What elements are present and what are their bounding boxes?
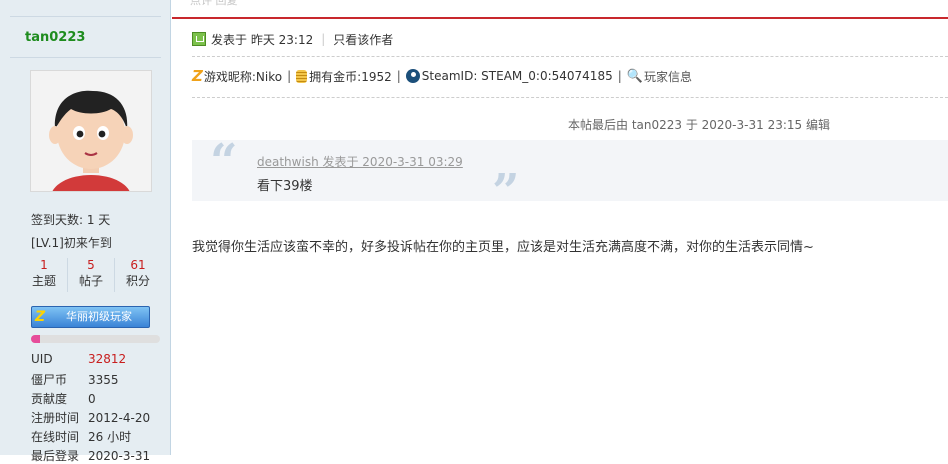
info-row-coins: 僵尸币 3355 (31, 371, 119, 388)
stat-label: 帖子 (78, 274, 103, 288)
info-key: 最后登录 (31, 449, 80, 463)
level-progress-bar (31, 335, 160, 343)
edited-note: 本帖最后由 tan0223 于 2020-3-31 23:15 编辑 (568, 118, 830, 132)
author-stats: 1 主题 5 帖子 61 积分 (21, 258, 161, 292)
coins-icon (296, 69, 308, 83)
quote-block: “ deathwish 发表于 2020-3-31 03:29 看下39楼 ” (192, 134, 948, 216)
steam-id-link[interactable]: SteamID: STEAM_0:0:54074185 (422, 69, 613, 83)
info-row-online-time: 在线时间 26 小时 (31, 428, 131, 445)
separator: | (396, 69, 401, 83)
quote-open-icon: “ (210, 134, 238, 190)
info-key: 注册时间 (31, 411, 80, 425)
quote-text: 看下39楼 (257, 179, 313, 194)
divider (10, 57, 161, 58)
divider (192, 56, 948, 57)
sign-days: 签到天数: 1 天 (31, 213, 111, 227)
post-divider (172, 17, 948, 19)
divider (192, 97, 948, 98)
avatar-image (31, 71, 151, 191)
online-status-icon (192, 32, 206, 46)
game-profile: Z 游戏昵称:Niko | 拥有金币:1952 | SteamID: STEAM… (192, 67, 692, 85)
posted-time: 发表于 昨天 23:12 (211, 32, 314, 47)
level-progress-fill (31, 335, 41, 343)
stat-posts[interactable]: 5 帖子 (68, 258, 115, 292)
stat-value: 5 (87, 258, 95, 272)
info-key: 在线时间 (31, 430, 80, 444)
only-author-link[interactable]: 只看该作者 (333, 31, 393, 48)
divider (10, 16, 161, 17)
z-game-icon: Z (192, 67, 203, 85)
info-row-uid: UID 32812 (31, 352, 126, 366)
avatar[interactable] (30, 70, 152, 192)
quote-author-link[interactable]: deathwish 发表于 2020-3-31 03:29 (257, 153, 463, 170)
info-value: 2020-3-31 (88, 449, 151, 463)
stat-points[interactable]: 61 积分 (115, 258, 161, 292)
info-key: UID (31, 352, 53, 366)
coin-count: 拥有金币:1952 (309, 69, 392, 84)
info-key: 僵尸币 (31, 373, 68, 387)
steam-icon (405, 69, 420, 83)
game-nickname: 游戏昵称:Niko (203, 69, 283, 84)
stat-label: 积分 (125, 274, 150, 288)
info-key: 贡献度 (31, 392, 68, 406)
stat-value: 1 (40, 258, 48, 272)
stat-label: 主题 (31, 274, 56, 288)
rank-badge: Z 华丽初级玩家 (31, 306, 150, 328)
separator: | (321, 32, 326, 46)
separator: | (287, 69, 292, 83)
author-username-link[interactable]: tan0223 (25, 30, 85, 45)
quote-close-icon: ” (492, 164, 520, 220)
player-info-link[interactable]: 玩家信息 (644, 68, 692, 85)
info-value-uid[interactable]: 32812 (88, 352, 126, 366)
post-main: 点评 回复 发表于 昨天 23:12 | 只看该作者 Z 游戏昵称:Niko |… (172, 0, 948, 455)
stat-value: 61 (130, 258, 146, 272)
user-level[interactable]: [LV.1]初来乍到 (31, 234, 112, 251)
info-row-contribution: 贡献度 0 (31, 390, 96, 407)
search-icon: 🔍 (626, 68, 643, 84)
rank-badge-label: 华丽初级玩家 (66, 310, 132, 323)
info-value: 2012-4-20 (88, 411, 151, 425)
post-content: 我觉得你生活应该蛮不幸的，好多投诉帖在你的主页里，应该是对生活充满高度不满，对你… (192, 240, 814, 255)
z-logo-icon: Z (35, 309, 46, 325)
post-meta: 发表于 昨天 23:12 | 只看该作者 (192, 31, 393, 47)
author-sidebar: tan0223 签到天数: 1 天 [LV.1]初来乍到 1 主题 5 帖子 6… (0, 0, 171, 463)
stat-threads[interactable]: 1 主题 (21, 258, 68, 292)
info-value: 26 小时 (88, 430, 132, 444)
info-value: 0 (88, 392, 96, 406)
previous-post-actions[interactable]: 点评 回复 (190, 0, 238, 8)
info-row-last-login: 最后登录 2020-3-31 (31, 447, 150, 464)
separator: | (617, 69, 622, 83)
info-row-register-time: 注册时间 2012-4-20 (31, 409, 150, 426)
info-value: 3355 (88, 373, 119, 387)
